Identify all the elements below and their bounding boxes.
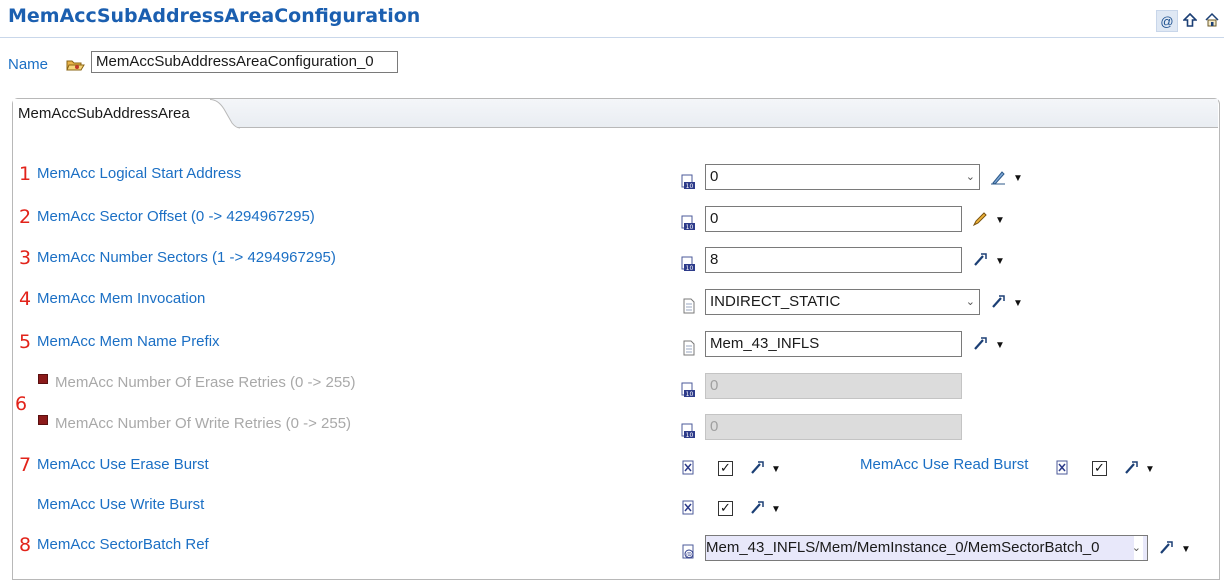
- svg-text:10: 10: [686, 183, 694, 190]
- sector-batch-ref-combo[interactable]: Mem_43_INFLS/Mem/MemInstance_0/MemSector…: [705, 535, 1148, 561]
- mem-name-prefix-input[interactable]: Mem_43_INFLS: [705, 331, 962, 357]
- chevron-down-icon[interactable]: ⌄: [966, 165, 975, 189]
- number-sectors-label[interactable]: MemAcc Number Sectors (1 -> 4294967295): [37, 249, 336, 266]
- header-divider: [0, 37, 1224, 38]
- use-erase-burst-label[interactable]: MemAcc Use Erase Burst: [37, 456, 209, 473]
- svg-text:10: 10: [686, 224, 694, 231]
- at-icon[interactable]: @: [1156, 10, 1178, 32]
- disabled-marker-icon: [38, 374, 48, 384]
- dropdown-arrow-icon[interactable]: ▼: [995, 256, 1005, 267]
- tab-memaccsubaddressarea[interactable]: MemAccSubAddressArea: [13, 99, 213, 128]
- tab-edge: [200, 99, 240, 129]
- wand-icon[interactable]: [972, 252, 988, 268]
- erase-retries-label: MemAcc Number Of Erase Retries (0 -> 255…: [55, 374, 356, 391]
- up-arrow-icon[interactable]: [1180, 10, 1200, 30]
- boolean-type-icon: [681, 460, 697, 476]
- numeric-type-icon: 10: [681, 174, 697, 190]
- write-retries-label: MemAcc Number Of Write Retries (0 -> 255…: [55, 415, 352, 432]
- reference-icon: @: [681, 544, 697, 560]
- wand-icon[interactable]: [749, 460, 765, 476]
- svg-text:10: 10: [686, 265, 694, 272]
- row-number: 7: [19, 454, 32, 476]
- dropdown-arrow-icon[interactable]: ▼: [995, 340, 1005, 351]
- erase-retries-input: 0: [705, 373, 962, 399]
- pencil-icon[interactable]: [972, 211, 988, 227]
- name-label: Name: [8, 56, 49, 73]
- dropdown-arrow-icon[interactable]: ▼: [1145, 464, 1155, 475]
- row-number: 5: [19, 331, 32, 353]
- name-input[interactable]: MemAccSubAddressAreaConfiguration_0: [91, 51, 398, 73]
- write-retries-input: 0: [705, 414, 962, 440]
- chevron-down-icon[interactable]: ⌄: [1132, 536, 1143, 560]
- use-write-burst-checkbox[interactable]: ✓: [718, 501, 733, 516]
- wand-icon[interactable]: [972, 336, 988, 352]
- use-erase-burst-checkbox[interactable]: ✓: [718, 461, 733, 476]
- mem-invocation-label[interactable]: MemAcc Mem Invocation: [37, 290, 205, 307]
- sector-offset-label[interactable]: MemAcc Sector Offset (0 -> 4294967295): [37, 208, 315, 225]
- dropdown-arrow-icon[interactable]: ▼: [1181, 544, 1191, 555]
- mem-name-prefix-label[interactable]: MemAcc Mem Name Prefix: [37, 333, 220, 350]
- logical-start-address-label[interactable]: MemAcc Logical Start Address: [37, 165, 241, 182]
- document-icon: [681, 340, 697, 356]
- home-icon[interactable]: [1202, 10, 1222, 30]
- svg-text:10: 10: [686, 432, 694, 439]
- row-number: 4: [19, 288, 32, 310]
- wand-icon[interactable]: [1123, 460, 1139, 476]
- wand-icon[interactable]: [1158, 540, 1174, 556]
- numeric-type-icon: 10: [681, 423, 697, 439]
- use-read-burst-checkbox[interactable]: ✓: [1092, 461, 1107, 476]
- wand-icon[interactable]: [749, 500, 765, 516]
- dropdown-arrow-icon[interactable]: ▼: [995, 215, 1005, 226]
- use-write-burst-label[interactable]: MemAcc Use Write Burst: [37, 496, 204, 513]
- wand-icon[interactable]: [990, 294, 1006, 310]
- numeric-type-icon: 10: [681, 382, 697, 398]
- logical-start-address-value: 0: [710, 168, 719, 185]
- calculator-edit-icon[interactable]: [990, 169, 1006, 185]
- use-read-burst-label[interactable]: MemAcc Use Read Burst: [860, 456, 1028, 473]
- page-title: MemAccSubAddressAreaConfiguration: [8, 5, 421, 27]
- document-icon: [681, 298, 697, 314]
- boolean-type-icon: [681, 500, 697, 516]
- number-sectors-input[interactable]: 8: [705, 247, 962, 273]
- dropdown-arrow-icon[interactable]: ▼: [1013, 173, 1023, 184]
- mem-invocation-value: INDIRECT_STATIC: [710, 293, 841, 310]
- sector-batch-ref-value: Mem_43_INFLS/Mem/MemInstance_0/MemSector…: [706, 539, 1100, 556]
- logical-start-address-combo[interactable]: 0 ⌄: [705, 164, 980, 190]
- numeric-type-icon: 10: [681, 215, 697, 231]
- sector-offset-input[interactable]: 0: [705, 206, 962, 232]
- svg-text:10: 10: [686, 391, 694, 398]
- row-number: 1: [19, 163, 32, 185]
- chevron-down-icon[interactable]: ⌄: [966, 290, 975, 314]
- folder-open-icon: [66, 57, 86, 75]
- row-number: 8: [19, 534, 32, 556]
- sector-batch-ref-label[interactable]: MemAcc SectorBatch Ref: [37, 536, 209, 553]
- row-number: 6: [15, 393, 28, 415]
- dropdown-arrow-icon[interactable]: ▼: [1013, 298, 1023, 309]
- numeric-type-icon: 10: [681, 256, 697, 272]
- boolean-type-icon: [1055, 460, 1071, 476]
- dropdown-arrow-icon[interactable]: ▼: [771, 464, 781, 475]
- row-number: 2: [19, 206, 32, 228]
- row-number: 3: [19, 247, 32, 269]
- dropdown-arrow-icon[interactable]: ▼: [771, 504, 781, 515]
- svg-text:@: @: [686, 552, 692, 559]
- mem-invocation-combo[interactable]: INDIRECT_STATIC ⌄: [705, 289, 980, 315]
- disabled-marker-icon: [38, 415, 48, 425]
